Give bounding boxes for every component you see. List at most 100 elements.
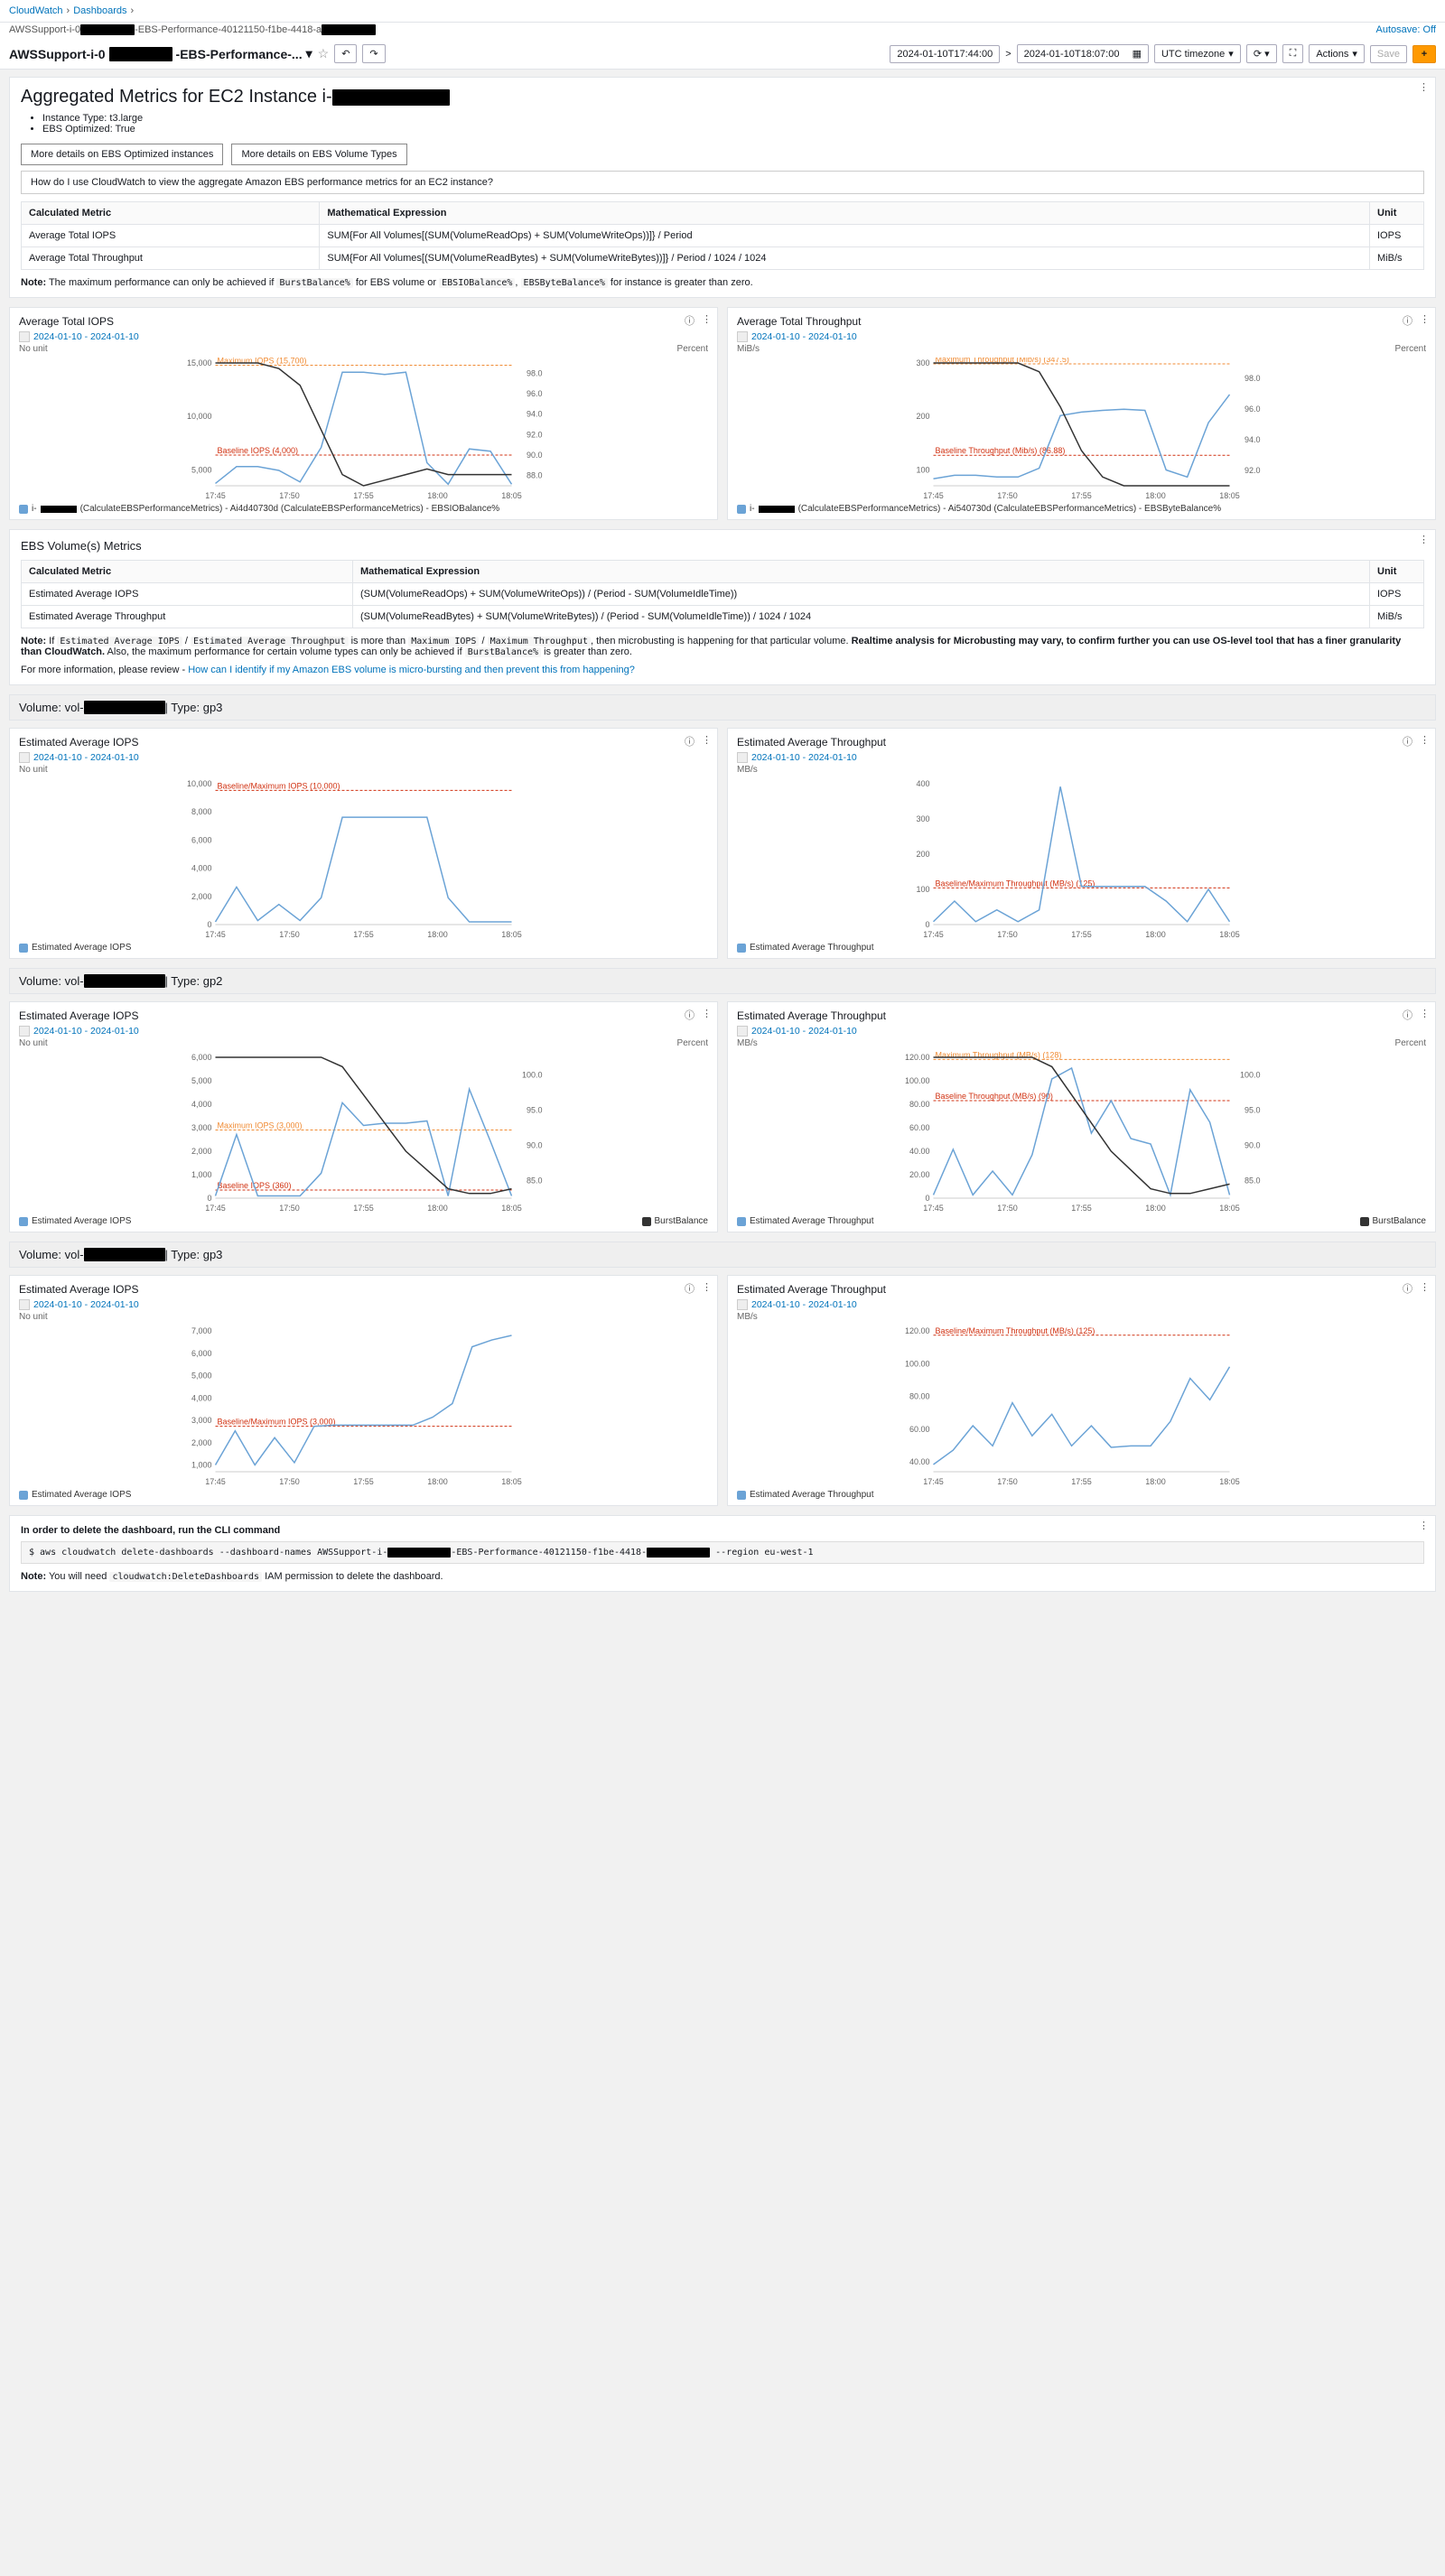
chart-svg[interactable]: 17:4517:5017:5518:0018:05120.00100.0080.… [737, 1052, 1426, 1214]
panel-menu-icon[interactable]: ⋮ [1420, 1281, 1430, 1296]
svg-text:17:50: 17:50 [279, 930, 300, 939]
t: Also, the maximum performance for certai… [105, 646, 465, 657]
panel-menu-icon[interactable]: ⋮ [1419, 1520, 1430, 1531]
panel-menu-icon[interactable]: ⋮ [702, 1281, 712, 1296]
svg-text:98.0: 98.0 [527, 368, 543, 377]
t: Volume: vol- [19, 974, 84, 988]
svg-text:17:55: 17:55 [353, 1477, 374, 1486]
svg-text:1,000: 1,000 [191, 1461, 212, 1470]
td: (SUM(VolumeReadOps) + SUM(VolumeWriteOps… [353, 583, 1370, 606]
info-icon[interactable]: ⓘ [1403, 313, 1412, 328]
save-button[interactable]: Save [1370, 45, 1407, 63]
t: | Type: gp3 [165, 701, 223, 714]
add-widget-button[interactable]: + [1412, 45, 1436, 63]
td: (SUM(VolumeReadBytes) + SUM(VolumeWriteB… [353, 606, 1370, 628]
chart-svg[interactable]: 17:4517:5017:5518:0018:0510,0008,0006,00… [19, 778, 708, 941]
time-to[interactable]: 2024-01-10T18:07:00 ▦ [1017, 44, 1149, 63]
bc-cloudwatch[interactable]: CloudWatch [9, 5, 63, 16]
info-icon[interactable]: ⓘ [685, 1008, 695, 1022]
copy-icon[interactable] [19, 1299, 30, 1310]
svg-text:17:50: 17:50 [997, 930, 1018, 939]
svg-text:100.0: 100.0 [1240, 1071, 1261, 1080]
date-range-link[interactable]: 2024-01-10 - 2024-01-10 [33, 1299, 139, 1310]
svg-text:18:05: 18:05 [501, 1477, 522, 1486]
date-range-link[interactable]: 2024-01-10 - 2024-01-10 [33, 1026, 139, 1037]
chart-svg[interactable]: 17:4517:5017:5518:0018:054003002001000Ba… [737, 778, 1426, 941]
td: SUM{For All Volumes[(SUM(VolumeReadOps) … [320, 225, 1370, 247]
refresh-button[interactable]: ⟳ ▾ [1246, 44, 1277, 63]
svg-text:100: 100 [916, 885, 929, 894]
copy-icon[interactable] [19, 1026, 30, 1037]
copy-icon[interactable] [19, 752, 30, 763]
code: Estimated Average Throughput [191, 637, 349, 646]
date-range-link[interactable]: 2024-01-10 - 2024-01-10 [33, 752, 139, 763]
panel-menu-icon[interactable]: ⋮ [702, 1008, 712, 1022]
copy-icon[interactable] [737, 1299, 748, 1310]
t: | Type: gp3 [165, 1248, 223, 1261]
copy-icon[interactable] [737, 1026, 748, 1037]
undo-button[interactable]: ↶ [334, 44, 357, 63]
svg-text:18:00: 18:00 [1145, 491, 1166, 500]
panel-menu-icon[interactable]: ⋮ [1420, 313, 1430, 328]
legend-dot [642, 1217, 651, 1226]
svg-text:60.00: 60.00 [909, 1425, 930, 1434]
t: If [46, 636, 57, 646]
date-range-link[interactable]: 2024-01-10 - 2024-01-10 [751, 1299, 857, 1310]
svg-text:120.00: 120.00 [905, 1053, 930, 1062]
breadcrumb: CloudWatch › Dashboards › [0, 0, 1445, 23]
chevron-down-icon[interactable]: ▾ [306, 46, 312, 61]
vol-metrics-table: Calculated MetricMathematical Expression… [21, 560, 1424, 628]
chart-v2-tput: ⓘ⋮ Estimated Average Throughput 2024-01-… [727, 1001, 1436, 1232]
svg-text:18:00: 18:00 [1145, 1204, 1166, 1213]
redacted: xxxxxxx [84, 1248, 165, 1261]
svg-text:85.0: 85.0 [1245, 1176, 1261, 1186]
redo-button[interactable]: ↷ [362, 44, 385, 63]
chart-svg[interactable]: 17:4517:5017:5518:0018:057,0006,0005,000… [19, 1325, 708, 1488]
panel-menu-icon[interactable]: ⋮ [1420, 734, 1430, 749]
panel-menu-icon[interactable]: ⋮ [702, 734, 712, 749]
svg-text:17:50: 17:50 [997, 1204, 1018, 1213]
svg-text:17:55: 17:55 [1071, 1204, 1092, 1213]
t: | Type: gp2 [165, 974, 223, 988]
copy-icon[interactable] [737, 331, 748, 342]
microburst-link[interactable]: How can I identify if my Amazon EBS volu… [188, 665, 635, 675]
title-suffix: -EBS-Performance-... [176, 47, 303, 61]
date-range-link[interactable]: 2024-01-10 - 2024-01-10 [751, 1026, 857, 1037]
expand-button[interactable]: ⛶ [1282, 44, 1304, 63]
ebs-optimized-info-button[interactable]: More details on EBS Optimized instances [21, 144, 223, 165]
time-from[interactable]: 2024-01-10T17:44:00 [890, 45, 1000, 63]
date-range-link[interactable]: 2024-01-10 - 2024-01-10 [751, 331, 857, 342]
panel-menu-icon[interactable]: ⋮ [1419, 81, 1430, 93]
chart-v1-tput: ⓘ⋮ Estimated Average Throughput 2024-01-… [727, 728, 1436, 959]
copy-icon[interactable] [19, 331, 30, 342]
info-icon[interactable]: ⓘ [685, 313, 695, 328]
h1-text: Aggregated Metrics for EC2 Instance i- [21, 87, 332, 107]
panel-menu-icon[interactable]: ⋮ [1420, 1008, 1430, 1022]
info-icon[interactable]: ⓘ [1403, 734, 1412, 749]
info-icon[interactable]: ⓘ [1403, 1281, 1412, 1296]
chart-svg[interactable]: 17:4517:5017:5518:0018:056,0005,0004,000… [19, 1052, 708, 1214]
vol2-header: Volume: vol-xxxxxxx | Type: gp2 [9, 968, 1436, 994]
actions-button[interactable]: Actions ▾ [1309, 44, 1365, 63]
bc-dashboards[interactable]: Dashboards [73, 5, 126, 16]
toolbar: AWSSupport-i-0xxxxxxxx-EBS-Performance-.… [0, 39, 1445, 70]
autosave-toggle[interactable]: Autosave: Off [1376, 24, 1436, 35]
ebs-volume-types-button[interactable]: More details on EBS Volume Types [231, 144, 406, 165]
copy-icon[interactable] [737, 752, 748, 763]
chart-svg[interactable]: 17:4517:5017:5518:0018:0530020010098.096… [737, 358, 1426, 502]
date-range-link[interactable]: 2024-01-10 - 2024-01-10 [751, 752, 857, 763]
info-icon[interactable]: ⓘ [685, 1281, 695, 1296]
chart-svg[interactable]: 17:4517:5017:5518:0018:05120.00100.0080.… [737, 1325, 1426, 1488]
panel-menu-icon[interactable]: ⋮ [1419, 534, 1430, 545]
date-range-link[interactable]: 2024-01-10 - 2024-01-10 [33, 331, 139, 342]
svg-text:17:45: 17:45 [923, 1477, 944, 1486]
instance-info-list: Instance Type: t3.large EBS Optimized: T… [21, 113, 1424, 135]
timezone-select[interactable]: UTC timezone ▾ [1154, 44, 1241, 63]
svg-text:94.0: 94.0 [527, 410, 543, 419]
panel-menu-icon[interactable]: ⋮ [702, 313, 712, 328]
t: i- [750, 504, 755, 514]
info-icon[interactable]: ⓘ [685, 734, 695, 749]
chart-svg[interactable]: 17:4517:5017:5518:0018:0515,00010,0005,0… [19, 358, 708, 502]
info-icon[interactable]: ⓘ [1403, 1008, 1412, 1022]
star-icon[interactable]: ☆ [318, 46, 330, 61]
